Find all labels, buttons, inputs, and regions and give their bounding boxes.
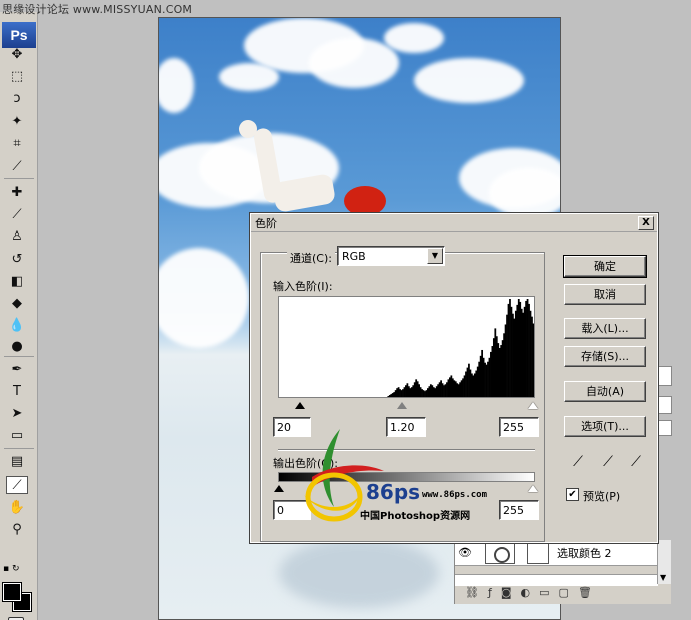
blur-tool-icon[interactable]: 💧	[6, 316, 28, 334]
tool-palette: Ps ✥ ⬚ ↄ ✦ ⌗ ⟋ ✚ ⟋ ♙ ↺ ◧ ◆ 💧 ● ✒ T ➤ ▭ ▤ ⟋ ✋ ⚲ ▪ ↻	[0, 12, 38, 620]
output-black-handle[interactable]	[274, 485, 284, 492]
tool-separator	[4, 448, 34, 449]
input-gamma-handle[interactable]	[397, 402, 407, 409]
output-white-handle[interactable]	[528, 485, 538, 492]
input-white-point-handle[interactable]	[528, 402, 538, 409]
input-white-field[interactable]: 255	[499, 417, 539, 437]
watermark-text: 思缘设计论坛 www.MISSYUAN.COM	[2, 3, 193, 16]
paint-bucket-tool-icon[interactable]: ◆	[6, 294, 28, 312]
layer-row[interactable]: 👁 选取颜色 2	[455, 540, 658, 566]
input-levels-label: 输入色阶(I):	[273, 280, 333, 293]
chevron-down-icon[interactable]: ▼	[427, 248, 443, 264]
group-folder-icon[interactable]: ▭	[539, 586, 549, 599]
logo-url: www.86ps.com	[422, 490, 488, 500]
auto-button[interactable]: 自动(A)	[564, 381, 646, 402]
magic-wand-tool-icon[interactable]: ✦	[6, 112, 28, 130]
notes-tool-icon[interactable]: ▤	[6, 452, 28, 470]
marquee-tool-icon[interactable]: ⬚	[6, 67, 28, 85]
cloud	[384, 23, 444, 53]
zoom-tool-icon[interactable]: ⚲	[6, 520, 28, 538]
dialog-title: 色阶	[255, 216, 277, 230]
black-eyedropper-icon[interactable]: ⟋	[569, 454, 587, 472]
options-button[interactable]: 选项(T)...	[564, 416, 646, 437]
86ps-logo-graphic: 86ps www.86ps.com 中国Photoshop资源网	[304, 429, 488, 522]
load-button[interactable]: 载入(L)...	[564, 318, 646, 339]
cloud	[159, 58, 194, 113]
layers-toolbar: ⛓ ƒ ◙ ◐ ▭ ▢ 🗑	[465, 586, 592, 599]
cancel-button[interactable]: 取消	[564, 284, 646, 305]
close-button[interactable]: X	[638, 216, 654, 230]
link-icon[interactable]: ⛓	[465, 586, 479, 599]
logo-caption: 中国Photoshop资源网	[360, 509, 470, 522]
trash-icon[interactable]: 🗑	[578, 586, 592, 599]
panel-fragment	[658, 420, 672, 436]
histogram	[278, 296, 535, 398]
logo-text: 86ps	[366, 480, 420, 504]
layer-name: 选取颜色 2	[557, 546, 612, 560]
panel-dock-edge	[672, 12, 691, 620]
white-eyedropper-icon[interactable]: ⟋	[627, 454, 645, 472]
dialog-titlebar[interactable]: 色阶	[251, 214, 657, 232]
histogram-bar	[532, 323, 535, 397]
new-layer-icon[interactable]: ▢	[559, 586, 569, 599]
histogram-chart	[387, 299, 535, 397]
history-brush-tool-icon[interactable]: ↺	[6, 250, 28, 268]
cloud	[309, 38, 399, 88]
lasso-tool-icon[interactable]: ↄ	[6, 89, 28, 107]
snow-shadow	[279, 538, 439, 608]
channel-label: 通道(C):	[287, 250, 335, 266]
layers-scrollbar[interactable]: ▼	[657, 540, 671, 584]
foreground-color-swatch[interactable]	[2, 582, 22, 602]
output-white-field[interactable]: 255	[499, 500, 539, 520]
move-tool-icon[interactable]: ✥	[6, 45, 28, 63]
eyedropper-tool-icon[interactable]: ⟋	[6, 476, 28, 494]
add-mask-icon[interactable]: ◙	[501, 586, 512, 599]
cloud	[159, 248, 249, 348]
type-tool-icon[interactable]: T	[6, 382, 28, 400]
layer-row[interactable]	[455, 574, 658, 586]
gray-eyedropper-icon[interactable]: ⟋	[599, 454, 617, 472]
adjustment-layer-icon[interactable]: ◐	[521, 586, 531, 599]
ok-button[interactable]: 确定	[563, 255, 647, 278]
healing-brush-tool-icon[interactable]: ✚	[6, 183, 28, 201]
default-colors-icon[interactable]: ▪ ↻	[3, 564, 20, 574]
tool-separator	[4, 178, 34, 179]
input-black-point-handle[interactable]	[295, 402, 305, 409]
brush-tool-icon[interactable]: ⟋	[6, 205, 28, 223]
eye-icon[interactable]: 👁	[455, 546, 475, 559]
preview-label: 预览(P)	[583, 490, 621, 503]
layer-mask-thumbnail[interactable]	[527, 541, 549, 564]
eraser-tool-icon[interactable]: ◧	[6, 272, 28, 290]
input-slider[interactable]	[278, 401, 538, 411]
tool-separator	[4, 356, 34, 357]
shape-tool-icon[interactable]: ▭	[6, 426, 28, 444]
path-selection-tool-icon[interactable]: ➤	[6, 404, 28, 422]
slice-tool-icon[interactable]: ⟋	[6, 157, 28, 175]
pen-tool-icon[interactable]: ✒	[6, 360, 28, 378]
hand-tool-icon[interactable]: ✋	[6, 498, 28, 516]
crop-tool-icon[interactable]: ⌗	[6, 134, 28, 152]
layer-style-icon[interactable]: ƒ	[488, 586, 492, 599]
figure-hair	[344, 186, 386, 216]
cloud	[489, 168, 560, 218]
dodge-tool-icon[interactable]: ●	[6, 337, 28, 355]
cloud	[219, 63, 279, 91]
cloud	[414, 58, 524, 103]
adjustment-layer-thumbnail	[485, 541, 515, 564]
channel-select[interactable]: RGB ▼	[337, 246, 445, 266]
save-button[interactable]: 存储(S)...	[564, 346, 646, 367]
panel-fragment	[658, 366, 672, 386]
channel-value: RGB	[342, 249, 366, 263]
layers-panel: 👁 选取颜色 2 ▼ ⛓ ƒ ◙ ◐ ▭ ▢ 🗑	[454, 540, 671, 604]
panel-fragment	[658, 396, 672, 414]
preview-checkbox[interactable]: ✔	[566, 488, 579, 501]
clone-stamp-tool-icon[interactable]: ♙	[6, 227, 28, 245]
86ps-logo: 86ps www.86ps.com 中国Photoshop资源网	[300, 425, 500, 525]
